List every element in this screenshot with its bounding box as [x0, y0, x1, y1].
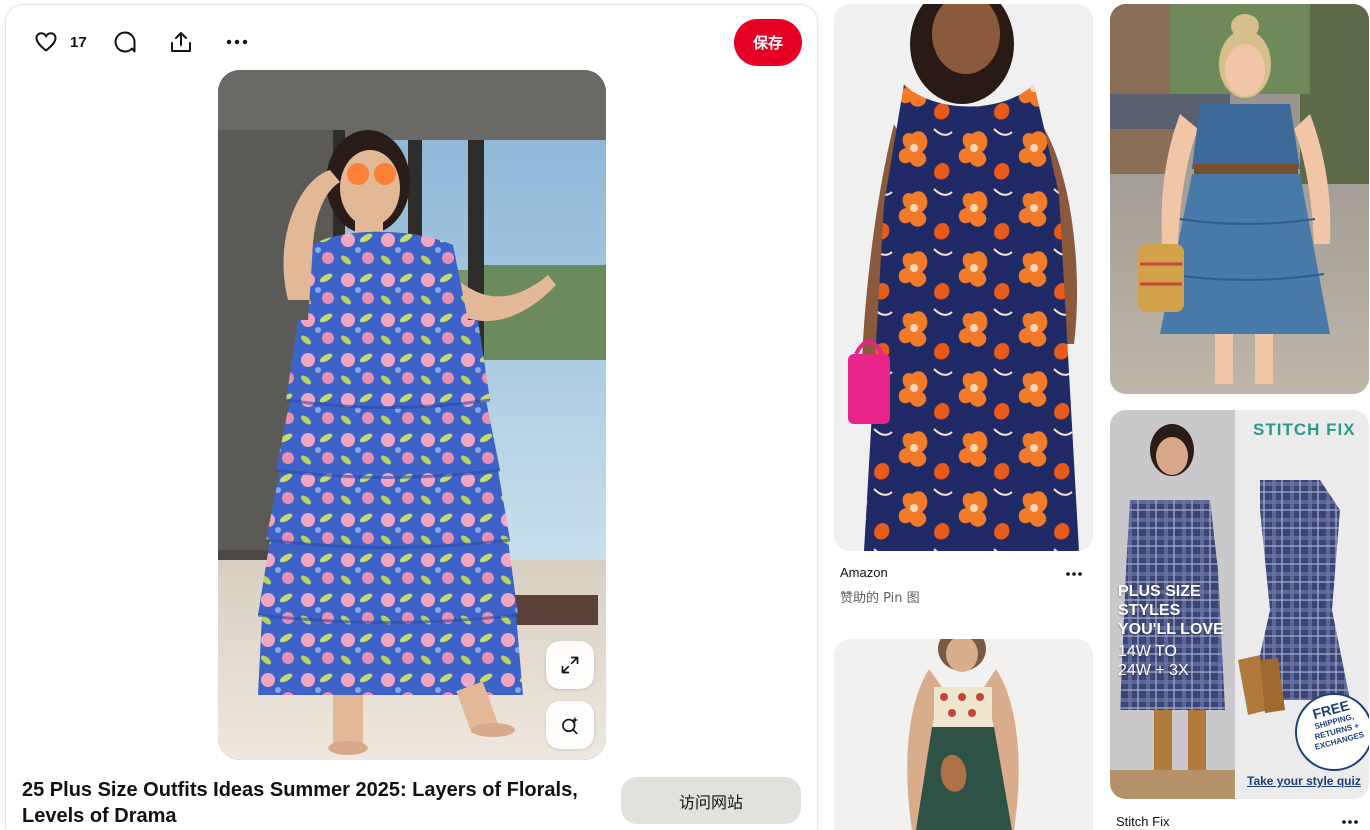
stitchfix-headline: PLUS SIZE STYLES YOU'LL LOVE	[1118, 582, 1224, 639]
stitchfix-headline-line-3: YOU'LL LOVE	[1118, 621, 1224, 638]
more-icon	[226, 39, 247, 45]
feed-pin-amazon-more-button[interactable]	[1061, 564, 1087, 584]
share-button[interactable]	[161, 22, 201, 62]
more-options-button[interactable]	[217, 22, 257, 62]
feed-pin-stitchfix-more-button[interactable]	[1337, 812, 1363, 830]
stitchfix-headline-line-1: PLUS SIZE	[1118, 583, 1201, 600]
more-icon	[1066, 572, 1082, 576]
feed-pin-denim-dress[interactable]	[1110, 4, 1369, 394]
pin-image[interactable]	[218, 70, 606, 760]
expand-icon	[561, 656, 579, 674]
pin-page: 17 保存 25 Plus Size Outfits Ideas Summer …	[0, 0, 1370, 830]
feed-pin-stitchfix-ad[interactable]: STITCH FIX PLUS SIZE STYLES YOU'LL LOVE …	[1110, 410, 1369, 799]
stitchfix-headline-line-2: STYLES	[1118, 602, 1181, 619]
denim-dress-photo	[1110, 4, 1369, 394]
stitchfix-sizes-line-2: 24W + 3X	[1118, 662, 1189, 679]
more-icon	[1342, 820, 1358, 824]
stitchfix-cta: Take your style quiz	[1247, 774, 1361, 788]
heart-icon	[35, 32, 57, 52]
like-count: 17	[70, 33, 87, 51]
expand-button[interactable]	[546, 641, 594, 689]
like-button[interactable]	[26, 22, 66, 62]
comment-icon	[114, 31, 136, 53]
visual-search-icon	[562, 716, 579, 735]
feed-pin-stitchfix-source[interactable]: Stitch Fix	[1116, 814, 1169, 829]
pin-toolbar: 17 保存	[26, 19, 806, 66]
share-icon	[170, 32, 191, 52]
pin-title: 25 Plus Size Outfits Ideas Summer 2025: …	[22, 779, 578, 827]
feed-pin-amazon-source[interactable]: Amazon	[840, 565, 888, 580]
stitchfix-sizes: 14W TO 24W + 3X	[1118, 642, 1189, 680]
feed-pin-amazon-promoted-label: 赞助的 Pin 图	[840, 591, 920, 606]
stitchfix-brand-text: STITCH FIX	[1253, 420, 1356, 439]
amazon-dress-photo	[834, 4, 1093, 551]
save-button[interactable]: 保存	[734, 19, 802, 66]
feed-pin-sundress[interactable]	[834, 639, 1093, 830]
sundress-photo	[834, 639, 1093, 830]
comment-button[interactable]	[105, 22, 145, 62]
visit-site-button[interactable]: 访问网站	[621, 777, 801, 824]
feed-pin-amazon[interactable]	[834, 4, 1093, 551]
visual-search-button[interactable]	[546, 701, 594, 749]
like-group: 17	[26, 22, 105, 62]
stitchfix-sizes-line-1: 14W TO	[1118, 643, 1177, 660]
pin-closeup-card: 17 保存 25 Plus Size Outfits Ideas Summer …	[5, 4, 818, 830]
